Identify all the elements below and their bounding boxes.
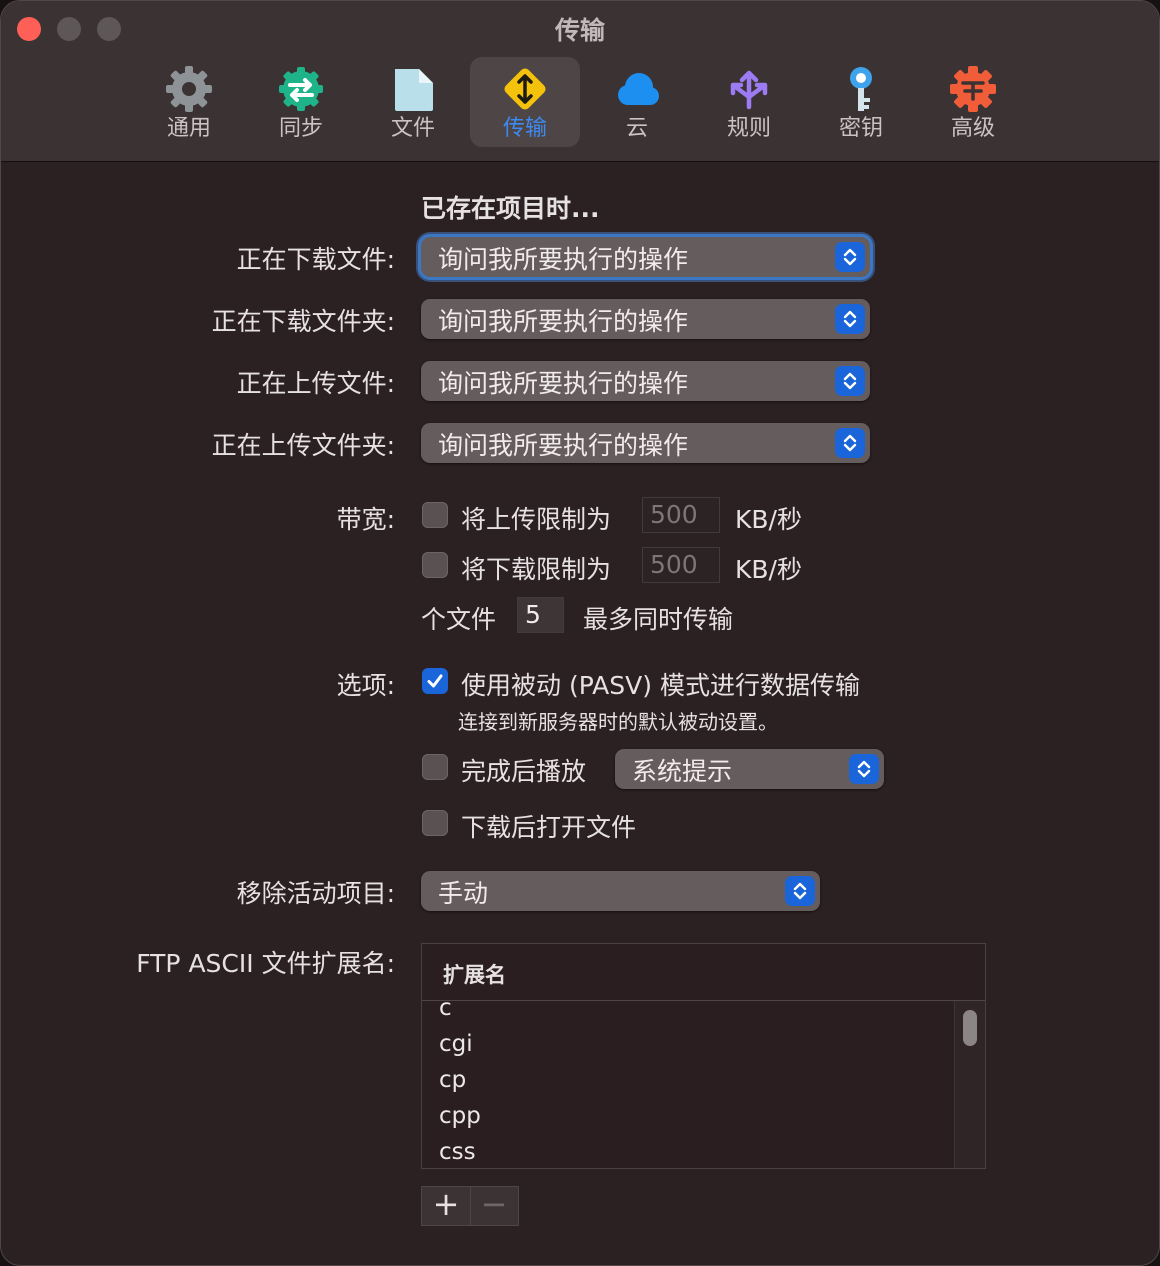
extensions-table: 扩展名 c cgi cp cpp css: [421, 943, 986, 1169]
chevron-updown-icon: [835, 242, 865, 272]
pasv-description: 连接到新服务器时的默认被动设置。: [458, 710, 778, 734]
download-unit: KB/秒: [735, 555, 802, 584]
bandwidth-label: 带宽:: [336, 505, 395, 534]
pasv-label: 使用被动 (PASV) 模式进行数据传输: [461, 671, 860, 700]
remove-active-popup[interactable]: 手动: [421, 871, 820, 911]
tab-files[interactable]: 文件: [358, 57, 468, 147]
transfer-icon: [504, 68, 546, 110]
tab-label: 规则: [726, 116, 771, 141]
popup-value: 询问我所要执行的操作: [438, 431, 689, 460]
popup-value: 询问我所要执行的操作: [438, 307, 689, 336]
concurrent-transfers-field[interactable]: 5: [517, 597, 564, 633]
concurrent-prefix: 个文件: [421, 605, 497, 634]
table-row[interactable]: c: [439, 1001, 452, 1021]
tab-label: 云: [625, 116, 648, 141]
plus-icon: +: [432, 1185, 460, 1223]
table-body: c cgi cp cpp css: [422, 1001, 954, 1168]
remove-extension-button[interactable]: −: [470, 1185, 518, 1225]
scrollbar[interactable]: [954, 1001, 985, 1168]
tab-advanced[interactable]: 高级: [918, 57, 1028, 147]
play-sound-checkbox[interactable]: [422, 754, 448, 780]
upload-unit: KB/秒: [735, 505, 802, 534]
table-row[interactable]: cp: [439, 1067, 466, 1093]
scrollbar-thumb[interactable]: [963, 1010, 977, 1046]
add-extension-button[interactable]: +: [422, 1185, 471, 1225]
field-value: 5: [525, 600, 541, 629]
download-folder-popup[interactable]: 询问我所要执行的操作: [421, 299, 870, 339]
section-heading: 已存在项目时...: [421, 194, 600, 223]
add-remove-control: + −: [421, 1185, 519, 1226]
rules-icon: [730, 70, 768, 110]
play-sound-label: 完成后播放: [461, 757, 587, 786]
sound-popup[interactable]: 系统提示: [615, 749, 884, 789]
concurrent-suffix: 最多同时传输: [583, 605, 734, 634]
table-row[interactable]: cpp: [439, 1103, 481, 1129]
upload-folder-popup[interactable]: 询问我所要执行的操作: [421, 423, 870, 463]
table-header[interactable]: 扩展名: [422, 944, 985, 1001]
upload-limit-field[interactable]: 500: [642, 497, 720, 533]
tab-label: 通用: [166, 116, 211, 141]
minus-icon: −: [480, 1185, 508, 1223]
field-value: 500: [650, 500, 698, 529]
tab-general[interactable]: 通用: [134, 57, 244, 147]
popup-value: 询问我所要执行的操作: [438, 369, 689, 398]
chevron-updown-icon: [835, 304, 865, 334]
window-title: 传输: [554, 16, 605, 45]
table-row[interactable]: cgi: [439, 1031, 473, 1057]
key-icon: [850, 67, 872, 111]
open-after-download-checkbox[interactable]: [422, 810, 448, 836]
checkmark-icon: [427, 674, 443, 688]
options-label: 选项:: [336, 671, 395, 700]
popup-value: 系统提示: [632, 757, 733, 786]
sync-icon: [279, 67, 323, 111]
upload-folder-label: 正在上传文件夹:: [211, 431, 395, 460]
toolbar: 传输 通用 同步 文件 传输 云 规则 密钥 高级: [1, 1, 1159, 162]
tab-label: 高级: [950, 116, 995, 141]
tab-keys[interactable]: 密钥: [806, 57, 916, 147]
tab-rules[interactable]: 规则: [694, 57, 804, 147]
limit-upload-checkbox[interactable]: [422, 502, 448, 528]
chevron-updown-icon: [849, 754, 879, 784]
tab-cloud[interactable]: 云: [582, 57, 692, 147]
popup-value: 手动: [438, 879, 489, 908]
chevron-updown-icon: [785, 876, 815, 906]
limit-download-checkbox[interactable]: [422, 552, 448, 578]
tab-label: 同步: [278, 116, 323, 141]
field-value: 500: [650, 550, 698, 579]
tab-label: 密钥: [838, 116, 883, 141]
chevron-updown-icon: [835, 428, 865, 458]
popup-value: 询问我所要执行的操作: [438, 245, 689, 274]
chevron-updown-icon: [835, 366, 865, 396]
tab-sync[interactable]: 同步: [246, 57, 356, 147]
download-folder-label: 正在下载文件夹:: [211, 307, 395, 336]
ascii-extensions-label: FTP ASCII 文件扩展名:: [136, 949, 395, 978]
tab-label: 文件: [390, 116, 435, 141]
limit-download-label: 将下载限制为: [461, 555, 612, 584]
upload-file-popup[interactable]: 询问我所要执行的操作: [421, 361, 870, 401]
pasv-checkbox[interactable]: [422, 668, 448, 694]
upload-file-label: 正在上传文件:: [236, 369, 395, 398]
gear-icon: [166, 66, 212, 112]
column-header: 扩展名: [443, 963, 506, 987]
advanced-gear-icon: [950, 66, 996, 112]
download-limit-field[interactable]: 500: [642, 547, 720, 583]
remove-active-label: 移除活动项目:: [236, 879, 395, 908]
preferences-window: 传输 通用 同步 文件 传输 云 规则 密钥 高级 已存在项目时... 正在下载…: [0, 0, 1160, 1266]
open-after-download-label: 下载后打开文件: [461, 813, 637, 842]
table-row[interactable]: css: [439, 1139, 476, 1165]
document-icon: [395, 69, 433, 111]
tab-label: 传输: [502, 116, 547, 141]
tab-transfers[interactable]: 传输: [470, 57, 580, 147]
limit-upload-label: 将上传限制为: [461, 505, 612, 534]
cloud-icon: [618, 73, 659, 105]
download-file-label: 正在下载文件:: [236, 245, 395, 274]
download-file-popup[interactable]: 询问我所要执行的操作: [421, 237, 870, 277]
